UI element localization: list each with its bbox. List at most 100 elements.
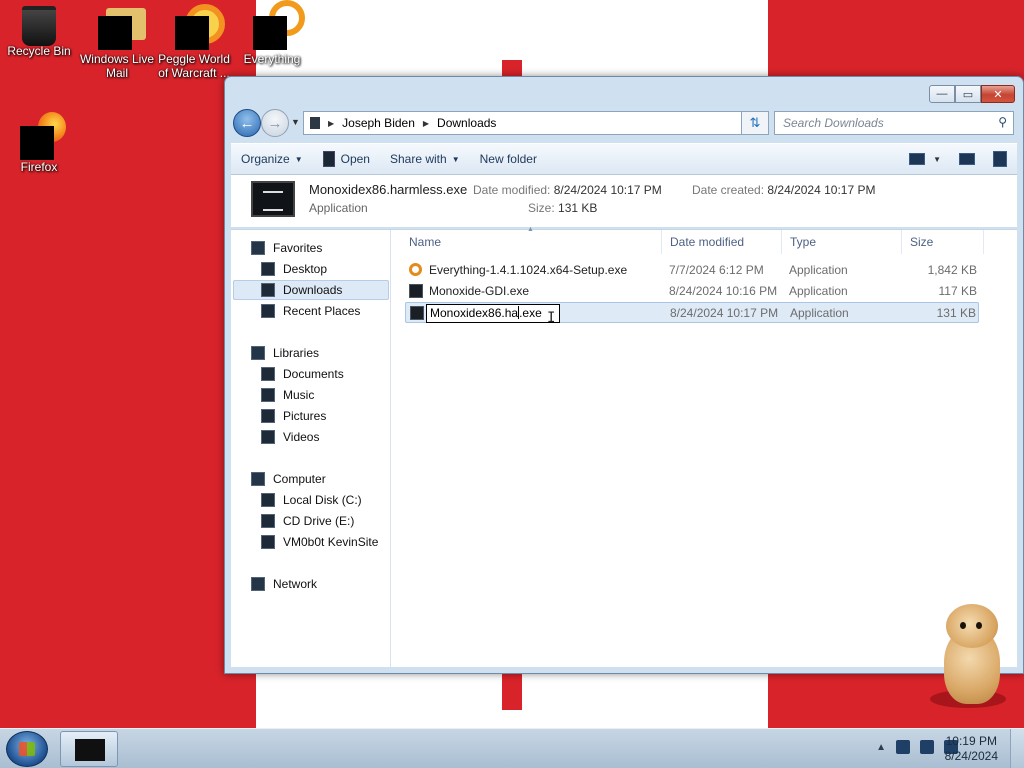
network-icon — [251, 577, 265, 591]
details-file-type: Application — [309, 201, 368, 215]
nav-libraries[interactable]: Libraries — [251, 343, 319, 363]
nav-computer[interactable]: Computer — [251, 469, 326, 489]
clock-date: 8/24/2024 — [944, 749, 998, 763]
pictures-icon — [261, 409, 275, 423]
recent-pages-dropdown[interactable]: ▼ — [291, 117, 300, 127]
date-modified-label: Date modified: — [473, 183, 551, 197]
column-type[interactable]: Type — [790, 235, 816, 249]
refresh-button[interactable]: ⇅ — [741, 111, 769, 135]
command-bar: Organize ▼ Open Share with ▼ New folder ▼ — [231, 143, 1017, 175]
nav-local-disk[interactable]: Local Disk (C:) — [261, 490, 362, 510]
libraries-icon — [251, 346, 265, 360]
details-pane: Monoxidex86.harmless.exe Application Dat… — [231, 175, 1017, 227]
desktop-icon-label: Peggle World of Warcraft ... — [158, 52, 230, 80]
nav-videos[interactable]: Videos — [261, 427, 319, 447]
arrow-left-icon: ← — [239, 114, 255, 132]
breadcrumb-joseph-biden[interactable]: Joseph Biden — [342, 116, 415, 130]
nav-label: Pictures — [283, 409, 327, 423]
desktop-icon-recycle-bin[interactable]: Recycle Bin — [0, 6, 79, 58]
desktop-icon-firefox[interactable]: Firefox — [0, 112, 79, 174]
preview-pane-icon[interactable] — [959, 153, 975, 165]
downloads-icon — [261, 283, 275, 297]
file-type: Application — [789, 284, 848, 298]
file-row-selected[interactable]: Monoxidex86.ha.exe 8/24/2024 10:17 PM Ap… — [405, 302, 979, 323]
forward-button[interactable]: → — [261, 109, 289, 137]
nav-network[interactable]: Network — [251, 574, 317, 594]
share-with-label: Share with — [389, 152, 447, 166]
nav-label: Desktop — [283, 262, 328, 276]
nav-pictures[interactable]: Pictures — [261, 406, 326, 426]
nav-desktop[interactable]: Desktop — [261, 259, 327, 279]
folder-icon — [310, 117, 320, 129]
size-label: Size: — [528, 201, 555, 215]
network-status-icon[interactable] — [920, 740, 934, 754]
size-value: 131 KB — [558, 201, 598, 215]
address-bar[interactable]: ▶ Joseph Biden ▶ Downloads ▼ — [303, 111, 765, 135]
desktop-icon-peggle[interactable]: Peggle World of Warcraft ... — [154, 4, 234, 80]
nav-favorites[interactable]: Favorites — [251, 238, 322, 258]
clock[interactable]: 10:19 PM 8/24/2024 — [945, 734, 998, 764]
search-icon[interactable]: ⚲ — [998, 115, 1007, 129]
rename-text-after-caret: .exe — [519, 306, 542, 320]
details-date-modified: Date modified: 8/24/2024 10:17 PM — [473, 183, 662, 197]
help-icon[interactable] — [993, 151, 1007, 167]
application-icon — [410, 306, 424, 320]
desktop-icon-windows-live-mail[interactable]: Windows Live Mail — [77, 8, 157, 80]
nav-recent-places[interactable]: Recent Places — [261, 301, 360, 321]
file-date: 8/24/2024 10:16 PM — [669, 284, 778, 298]
desktop-icon-everything[interactable]: Everything — [232, 0, 312, 66]
search-input[interactable]: Search Downloads ⚲ — [774, 111, 1014, 135]
new-folder-button[interactable]: New folder — [470, 152, 547, 166]
nav-music[interactable]: Music — [261, 385, 314, 405]
column-headers: ▲ Name Date modified Type Size — [391, 226, 1017, 254]
nav-cd-drive[interactable]: CD Drive (E:) — [261, 511, 354, 531]
nav-vm-site[interactable]: VM0b0t KevinSite — [261, 532, 378, 552]
share-with-button[interactable]: Share with ▼ — [380, 152, 470, 166]
details-size: Size: 131 KB — [528, 201, 597, 215]
file-row[interactable]: Monoxide-GDI.exe 8/24/2024 10:16 PM Appl… — [405, 281, 979, 302]
minimize-button[interactable]: — — [929, 85, 955, 103]
maximize-button[interactable]: ▭ — [955, 85, 981, 103]
start-button[interactable] — [6, 731, 48, 767]
taskbar: ▲ 10:19 PM 8/24/2024 — [0, 728, 1024, 768]
file-row[interactable]: Everything-1.4.1.1024.x64-Setup.exe 7/7/… — [405, 260, 979, 281]
nav-documents[interactable]: Documents — [261, 364, 344, 384]
date-created-label: Date created: — [692, 183, 765, 197]
show-hidden-icons-button[interactable]: ▲ — [876, 742, 886, 753]
action-center-icon[interactable] — [896, 740, 910, 754]
show-desktop-button[interactable] — [1010, 729, 1024, 768]
nav-downloads[interactable]: Downloads — [233, 280, 389, 300]
breadcrumb-chevron-icon[interactable]: ▶ — [423, 119, 429, 128]
search-placeholder: Search Downloads — [783, 116, 884, 130]
change-view-icon[interactable] — [909, 153, 926, 165]
nav-label: Network — [273, 577, 318, 591]
breadcrumb-chevron-icon[interactable]: ▶ — [328, 119, 334, 128]
desktop-icon-label: Recycle Bin — [7, 44, 71, 58]
close-button[interactable]: ✕ — [981, 85, 1015, 103]
title-bar[interactable]: — ▭ ✕ — [225, 77, 1023, 107]
organize-button[interactable]: Organize ▼ — [231, 152, 313, 166]
column-date-modified[interactable]: Date modified — [670, 235, 744, 249]
file-list: ▲ Name Date modified Type Size Everythin… — [391, 226, 1017, 667]
nav-label: Local Disk (C:) — [283, 493, 362, 507]
file-type: Application — [790, 306, 849, 320]
rename-input[interactable]: Monoxidex86.ha.exe — [426, 304, 560, 323]
column-name[interactable]: Name — [409, 235, 441, 249]
column-size[interactable]: Size — [910, 235, 933, 249]
details-date-created: Date created: 8/24/2024 10:17 PM — [692, 183, 875, 197]
desktop-icon-label: Everything — [243, 52, 301, 66]
new-folder-label: New folder — [479, 152, 537, 166]
view-options-dropdown-icon[interactable]: ▼ — [933, 155, 941, 164]
content-area: Favorites Desktop Downloads Recent Place… — [231, 226, 1017, 667]
open-button[interactable]: Open — [313, 151, 380, 167]
nav-label: Downloads — [283, 283, 343, 297]
rename-text-before-caret: Monoxidex86.ha — [430, 306, 519, 320]
back-button[interactable]: ← — [233, 109, 261, 137]
desktop-icon-label: Windows Live Mail — [79, 52, 155, 80]
explorer-window: — ▭ ✕ ← → ▼ ▶ Joseph Biden ▶ Downloads ▼… — [224, 76, 1024, 674]
nav-label: Libraries — [273, 346, 320, 360]
breadcrumb-downloads[interactable]: Downloads — [437, 116, 496, 130]
refresh-icon: ⇅ — [749, 115, 761, 130]
taskbar-explorer-button[interactable] — [60, 731, 118, 767]
arrow-right-icon: → — [267, 114, 283, 132]
